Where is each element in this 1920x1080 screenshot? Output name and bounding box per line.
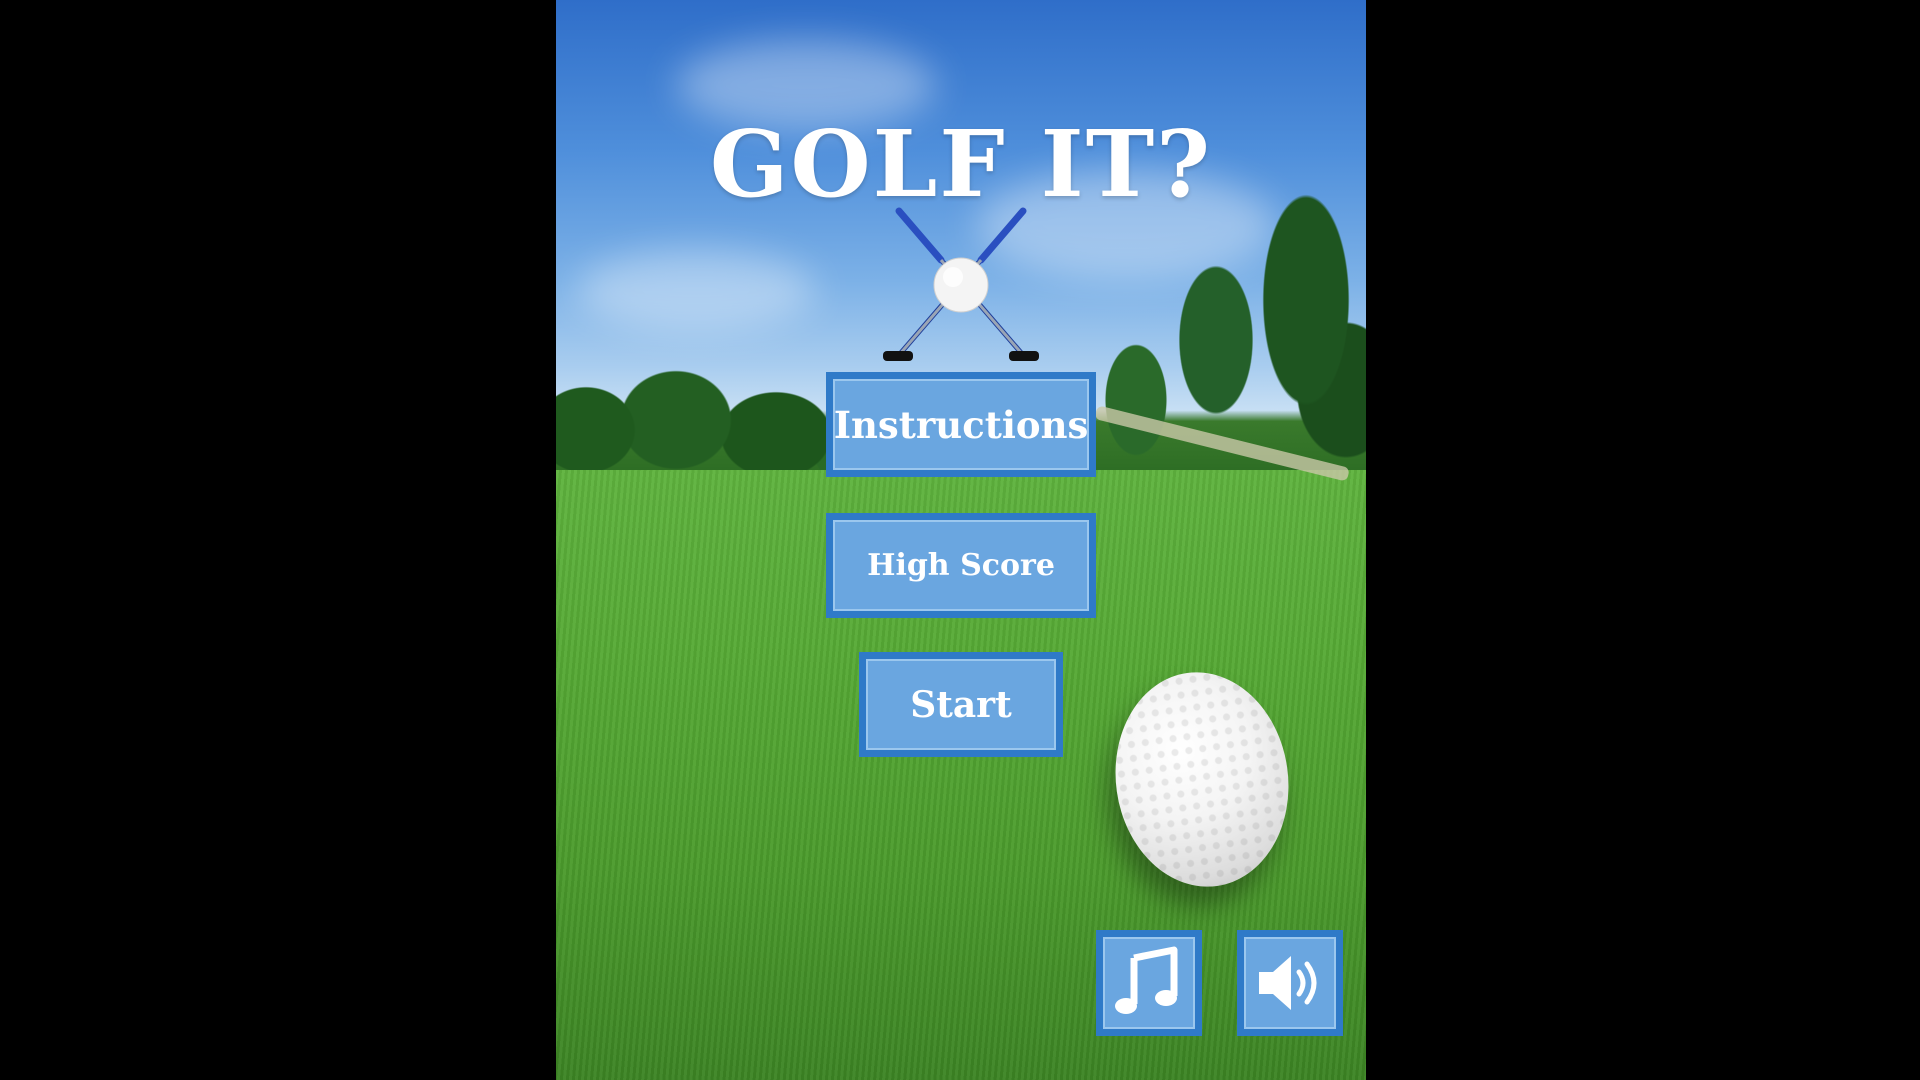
game-title: GOLF IT? — [709, 110, 1213, 218]
game-screen: GOLF IT? Instructions High Score Start — [556, 0, 1366, 1080]
music-note-icon — [1115, 946, 1178, 1014]
speaker-icon — [1259, 956, 1317, 1010]
cloud — [576, 250, 816, 330]
start-button[interactable]: Start — [859, 652, 1063, 757]
music-toggle-button[interactable] — [1096, 930, 1202, 1036]
crossed-clubs-logo-icon — [883, 207, 1039, 361]
instructions-button[interactable]: Instructions — [826, 372, 1096, 477]
sound-toggle-button[interactable] — [1237, 930, 1343, 1036]
high-score-button[interactable]: High Score — [826, 513, 1096, 618]
